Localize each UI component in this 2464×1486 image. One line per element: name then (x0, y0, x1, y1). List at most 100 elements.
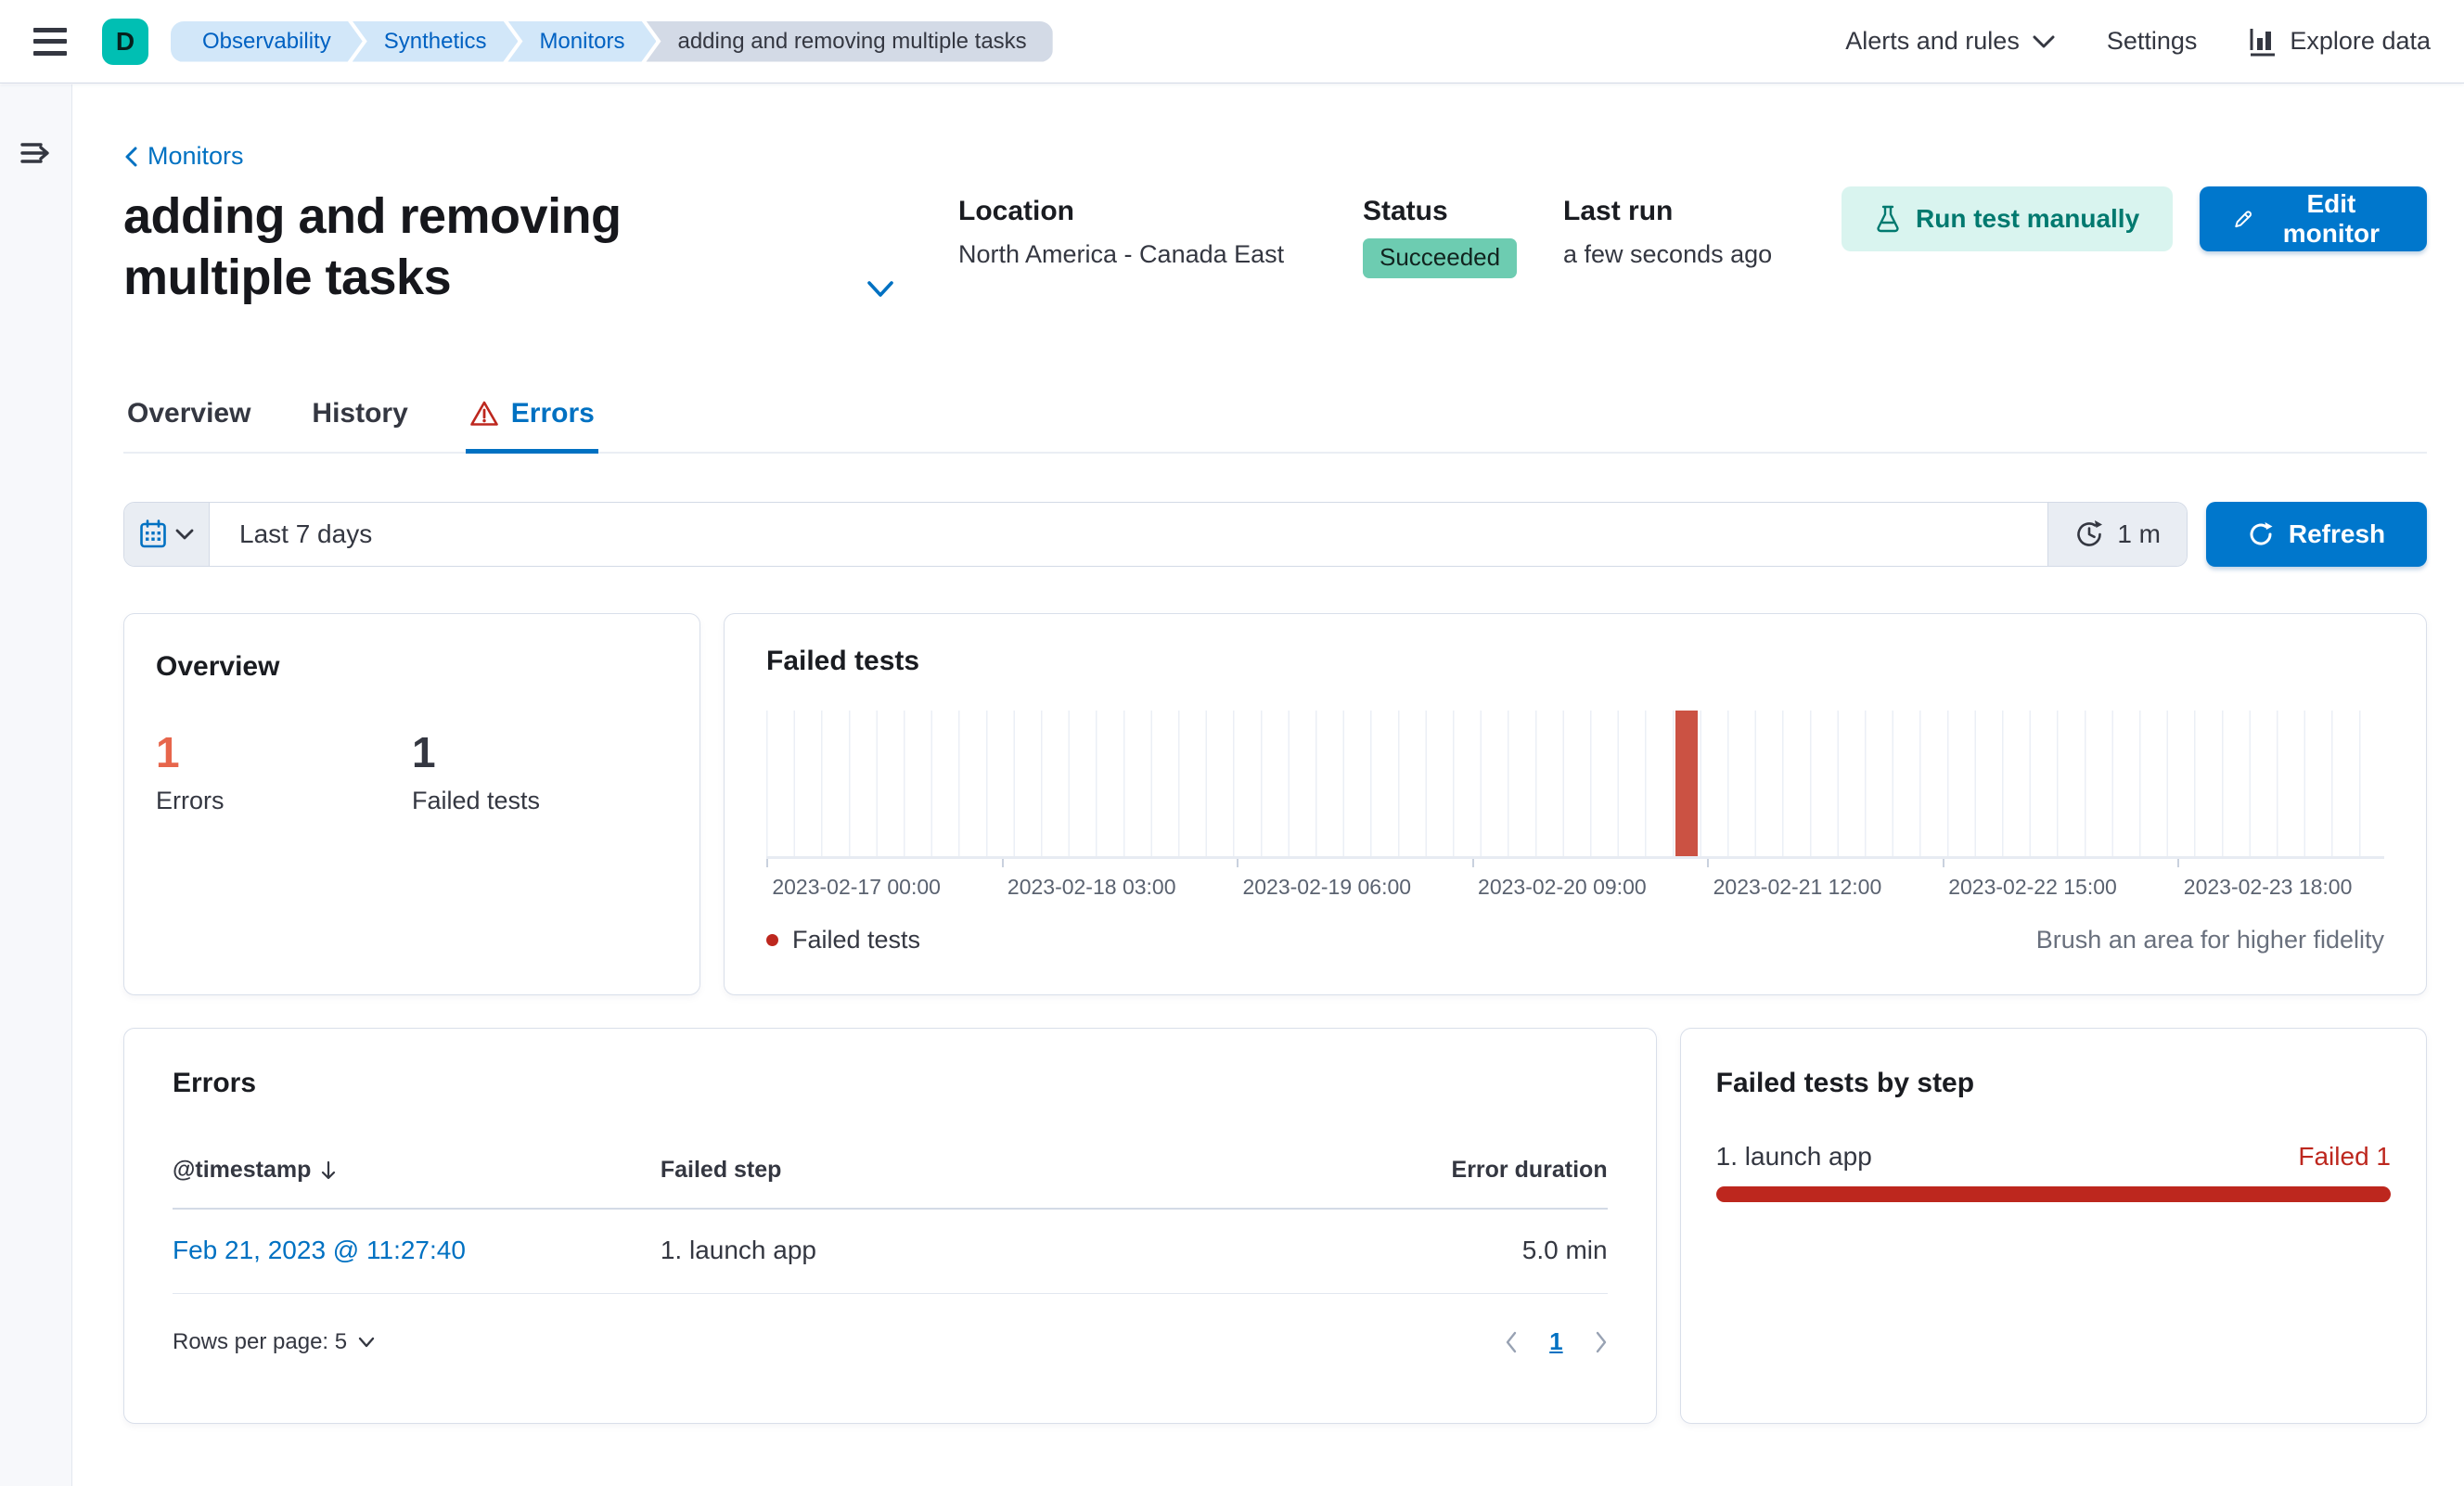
previous-page-icon[interactable] (1505, 1331, 1518, 1353)
chevron-down-icon (358, 1337, 375, 1347)
time-range-value[interactable]: Last 7 days (210, 503, 2047, 566)
refresh-interval-value: 1 m (2117, 519, 2161, 548)
alerts-and-rules-label: Alerts and rules (1845, 27, 2020, 55)
overview-panel: Overview 1 Errors 1 Failed tests (123, 613, 700, 995)
chevron-down-icon (175, 529, 194, 540)
date-picker-quick-menu[interactable] (124, 503, 210, 566)
errors-stat-value: 1 (156, 728, 180, 776)
monitor-tabs: Overview History Errors (123, 398, 2427, 454)
time-toolbar: Last 7 days 1 m Refresh (123, 502, 2427, 567)
refresh-clock-icon (2077, 520, 2103, 546)
last-run-value: a few seconds ago (1563, 240, 1773, 268)
last-run-meta: Last run a few seconds ago (1563, 196, 1772, 269)
run-test-manually-button[interactable]: Run test manually (1842, 186, 2174, 251)
refresh-button[interactable]: Refresh (2206, 502, 2427, 567)
status-badge: Succeeded (1363, 238, 1518, 278)
x-axis-tick (1707, 859, 1710, 867)
settings-link[interactable]: Settings (2107, 27, 2198, 56)
auto-refresh-interval[interactable]: 1 m (2047, 503, 2187, 566)
edit-monitor-button[interactable]: Edit monitor (2200, 186, 2427, 251)
errors-stat-label: Errors (156, 787, 225, 814)
bar-chart-icon (2250, 28, 2276, 56)
legend-dot-icon (766, 934, 778, 946)
error-timestamp-link[interactable]: Feb 21, 2023 @ 11:27:40 (173, 1236, 466, 1265)
x-axis-tick (1237, 859, 1239, 867)
table-row: Feb 21, 2023 @ 11:27:40 1. launch app 5.… (173, 1210, 1608, 1294)
monitor-header: Monitors adding and removing multiple ta… (123, 142, 2427, 398)
errors-table-panel: Errors @timestamp Failed step Error dura… (123, 1028, 1657, 1424)
warning-triangle-icon (469, 401, 498, 426)
chevron-left-icon (125, 147, 137, 166)
location-value: North America - Canada East (958, 240, 1285, 268)
monitor-select-chevron-icon[interactable] (866, 279, 895, 300)
last-run-label: Last run (1563, 196, 1674, 226)
chevron-down-icon (2033, 35, 2055, 47)
failed-tests-panel-title: Failed tests (766, 646, 920, 676)
flask-icon (1877, 205, 1899, 233)
failed-tests-panel: Failed tests 2023-02-17 00:00 2023-02-18… (724, 613, 2427, 995)
deployment-logo[interactable]: D (102, 18, 148, 65)
x-axis-tick-label: 2023-02-22 15:00 (1948, 875, 2117, 899)
x-axis-tick-label: 2023-02-20 09:00 (1478, 875, 1647, 899)
calendar-icon (140, 519, 166, 548)
location-meta: Location North America - Canada East (958, 196, 1284, 269)
explore-data-label: Explore data (2290, 27, 2431, 55)
failed-tests-chart[interactable] (766, 711, 2384, 859)
alerts-and-rules-menu[interactable]: Alerts and rules (1845, 27, 2055, 56)
errors-table: @timestamp Failed step Error duration Fe… (173, 1157, 1608, 1294)
x-axis-tick-label: 2023-02-17 00:00 (772, 875, 941, 899)
error-failed-step: 1. launch app (660, 1236, 816, 1264)
errors-stat: 1 Errors (156, 727, 412, 815)
breadcrumb: Observability Synthetics Monitors adding… (171, 20, 1053, 62)
x-axis-tick-label: 2023-02-21 12:00 (1713, 875, 1882, 899)
error-duration: 5.0 min (1521, 1236, 1608, 1264)
rows-per-page-selector[interactable]: Rows per page: 5 (173, 1329, 375, 1355)
column-header-failed-step[interactable]: Failed step (661, 1157, 1249, 1184)
page-number-1[interactable]: 1 (1549, 1327, 1562, 1356)
x-axis-tick (1471, 859, 1474, 867)
breadcrumb-synthetics[interactable]: Synthetics (353, 21, 519, 62)
x-axis-tick (1001, 859, 1004, 867)
sort-descending-icon (322, 1160, 336, 1179)
status-label: Status (1363, 196, 1448, 226)
main-content: Monitors adding and removing multiple ta… (72, 84, 2464, 1486)
breadcrumb-observability[interactable]: Observability (171, 21, 363, 62)
brush-hint-text: Brush an area for higher fidelity (2035, 926, 2384, 954)
tab-overview[interactable]: Overview (123, 398, 254, 452)
legend-label: Failed tests (792, 926, 921, 954)
settings-label: Settings (2106, 27, 2198, 55)
x-axis-tick (1942, 859, 1944, 867)
explore-data-link[interactable]: Explore data (2249, 27, 2431, 57)
errors-panel-title: Errors (173, 1068, 257, 1098)
step-failed-count: Failed 1 (2298, 1142, 2391, 1171)
failed-tests-stat: 1 Failed tests (412, 727, 668, 815)
x-axis-tick-label: 2023-02-23 18:00 (2183, 875, 2353, 899)
tab-history[interactable]: History (308, 398, 411, 452)
menu-hamburger-icon[interactable] (33, 27, 67, 56)
breadcrumb-current-monitor: adding and removing multiple tasks (646, 20, 1053, 62)
errors-table-header: @timestamp Failed step Error duration (173, 1157, 1608, 1210)
x-axis: 2023-02-17 00:00 2023-02-18 03:00 2023-0… (766, 859, 2384, 905)
next-page-icon[interactable] (1595, 1331, 1608, 1353)
x-axis-tick-label: 2023-02-18 03:00 (1007, 875, 1176, 899)
overview-panel-title: Overview (156, 651, 280, 682)
refresh-icon (2250, 522, 2273, 545)
page-title: adding and removing multiple tasks (123, 187, 622, 305)
pencil-icon (2235, 211, 2252, 228)
failed-steps-panel-title: Failed tests by step (1715, 1068, 1975, 1098)
failed-test-bar[interactable] (1675, 711, 1699, 856)
tab-errors[interactable]: Errors (465, 398, 598, 454)
breadcrumb-monitors[interactable]: Monitors (507, 21, 656, 62)
legend-item-failed-tests[interactable]: Failed tests (766, 926, 920, 954)
column-header-error-duration[interactable]: Error duration (1249, 1157, 1608, 1184)
table-pagination: Rows per page: 5 1 (173, 1327, 1608, 1356)
date-range-picker: Last 7 days 1 m (123, 502, 2188, 567)
expand-sidebar-icon[interactable] (19, 140, 52, 166)
x-axis-tick (766, 859, 768, 867)
x-axis-tick-label: 2023-02-19 06:00 (1242, 875, 1412, 899)
failed-tests-stat-value: 1 (412, 728, 436, 776)
back-to-monitors-link[interactable]: Monitors (123, 142, 244, 171)
column-header-timestamp[interactable]: @timestamp (173, 1157, 661, 1184)
top-navigation-bar: D Observability Synthetics Monitors addi… (0, 0, 2464, 83)
step-label: 1. launch app (1715, 1142, 1872, 1171)
